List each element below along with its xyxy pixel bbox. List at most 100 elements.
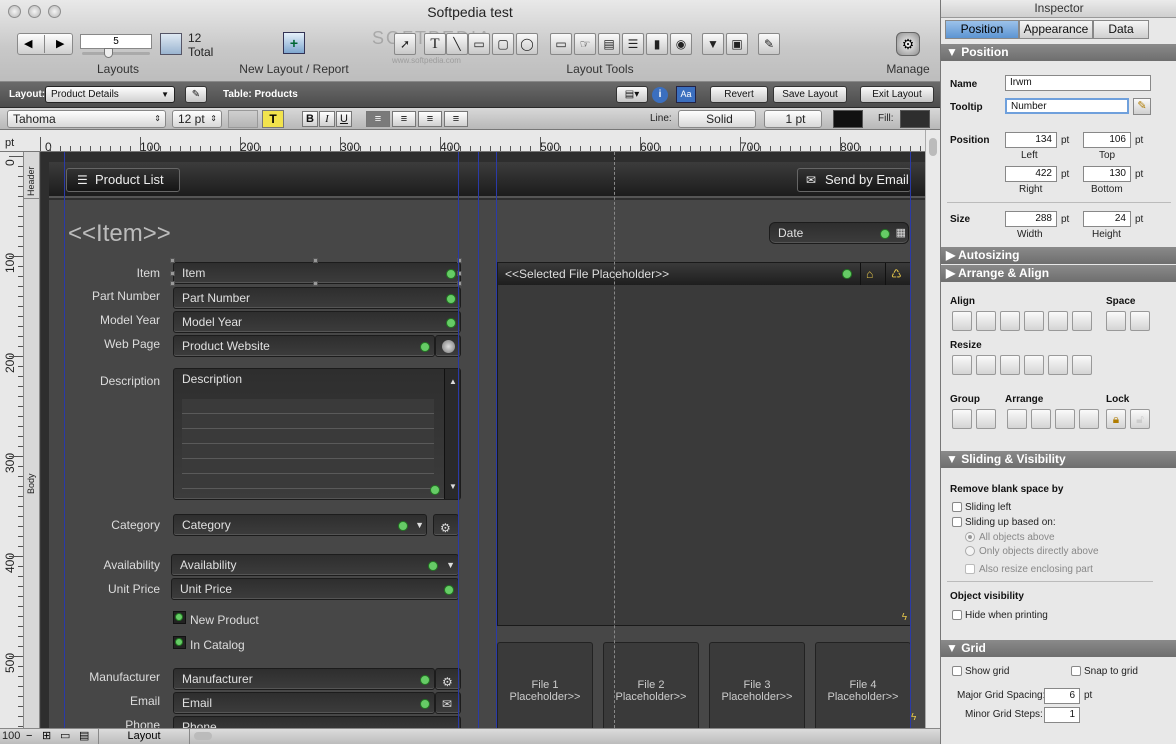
space-vertical-icon[interactable] bbox=[1130, 311, 1150, 331]
part-tool-icon[interactable]: ▣ bbox=[726, 33, 748, 55]
manage-icon[interactable]: ⚙ bbox=[896, 32, 920, 56]
oval-tool-icon[interactable]: ◯ bbox=[516, 33, 538, 55]
tab-position[interactable]: Position bbox=[945, 20, 1019, 39]
portal-tool-icon[interactable]: ☰ bbox=[622, 33, 644, 55]
show-grid-checkbox[interactable] bbox=[952, 666, 962, 676]
date-field[interactable]: Date ▦ bbox=[769, 222, 909, 244]
bring-forward-icon[interactable] bbox=[1031, 409, 1051, 429]
line-width-select[interactable]: 1 pt bbox=[764, 110, 822, 128]
left-input[interactable]: 134 bbox=[1005, 132, 1057, 148]
ungroup-icon[interactable] bbox=[976, 409, 996, 429]
field-control-tool-icon[interactable]: ▼ bbox=[702, 33, 724, 55]
guide-line[interactable] bbox=[478, 152, 479, 728]
file-thumb[interactable]: File 3 Placeholder>> bbox=[709, 642, 805, 728]
layout-slider[interactable] bbox=[82, 52, 150, 55]
align-bottom-edges-icon[interactable] bbox=[1072, 311, 1092, 331]
layout-canvas[interactable]: ☰ Product List ✉ Send by Email <<Item>> … bbox=[41, 152, 925, 728]
resize-smallest-height-icon[interactable] bbox=[1000, 355, 1020, 375]
category-lookup-button[interactable]: ⚙ bbox=[433, 514, 459, 536]
guide-line[interactable] bbox=[64, 152, 65, 728]
send-to-back-icon[interactable] bbox=[1079, 409, 1099, 429]
selection-handle[interactable] bbox=[170, 271, 175, 276]
zoom-level[interactable]: 100 bbox=[2, 730, 20, 742]
hscroll-thumb[interactable] bbox=[194, 732, 212, 740]
chart-tool-icon[interactable]: ▮ bbox=[646, 33, 668, 55]
file-thumb[interactable]: File 2 Placeholder>> bbox=[603, 642, 699, 728]
zoom-in-icon[interactable]: ⊞ bbox=[42, 729, 51, 742]
only-objects-radio[interactable] bbox=[965, 546, 975, 556]
prev-layout-icon[interactable]: ◀ bbox=[24, 37, 32, 50]
upload-icon[interactable]: ⌂ bbox=[866, 263, 873, 285]
exit-layout-button[interactable]: Exit Layout bbox=[860, 86, 934, 103]
body-part-label[interactable]: Body bbox=[26, 473, 36, 494]
major-grid-input[interactable]: 6 bbox=[1044, 688, 1080, 704]
calendar-icon[interactable]: ▦ bbox=[896, 223, 906, 244]
selection-handle[interactable] bbox=[170, 281, 175, 286]
text-tool-icon[interactable]: T bbox=[424, 33, 446, 55]
align-left-icon[interactable]: ≡ bbox=[366, 111, 390, 127]
width-input[interactable]: 288 bbox=[1005, 211, 1057, 227]
align-right-icon[interactable]: ≡ bbox=[418, 111, 442, 127]
line-style-select[interactable]: Solid bbox=[678, 110, 756, 128]
resize-largest-icon[interactable] bbox=[1072, 355, 1092, 375]
button-tool-icon[interactable]: ☞ bbox=[574, 33, 596, 55]
file-container-field[interactable]: <<Selected File Placeholder>> ⌂ ♺ ϟ bbox=[497, 262, 911, 626]
revert-button[interactable]: Revert bbox=[710, 86, 768, 103]
toggle-toolbar-icon[interactable]: ▤ bbox=[79, 729, 89, 742]
resize-largest-width-icon[interactable] bbox=[976, 355, 996, 375]
field-tool-icon[interactable]: ▭ bbox=[550, 33, 572, 55]
product-list-button[interactable]: ☰ Product List bbox=[66, 168, 180, 192]
also-resize-checkbox[interactable] bbox=[965, 564, 975, 574]
toggle-status-icon[interactable]: ▭ bbox=[60, 729, 70, 742]
selection-handle[interactable] bbox=[313, 258, 318, 263]
hide-printing-checkbox[interactable] bbox=[952, 610, 962, 620]
send-email-button[interactable]: ✉ Send by Email bbox=[797, 168, 911, 192]
tab-data[interactable]: Data bbox=[1093, 20, 1149, 39]
position-section-header[interactable]: ▼ Position bbox=[941, 44, 1176, 61]
sliding-section-header[interactable]: ▼ Sliding & Visibility bbox=[941, 451, 1176, 468]
web-viewer-tool-icon[interactable]: ◉ bbox=[670, 33, 692, 55]
file-thumb[interactable]: File 1 Placeholder>> bbox=[497, 642, 593, 728]
layout-nav-control[interactable]: ◀ ▶ bbox=[17, 33, 73, 55]
unlock-icon[interactable]: 🔓︎ bbox=[1130, 409, 1150, 429]
manufacturer-field[interactable]: Manufacturer bbox=[173, 668, 435, 690]
new-layout-icon[interactable]: + bbox=[283, 32, 305, 54]
autosizing-section-header[interactable]: ▶ Autosizing bbox=[941, 247, 1176, 264]
header-part-label[interactable]: Header bbox=[26, 166, 36, 196]
bottom-input[interactable]: 130 bbox=[1083, 166, 1131, 182]
layout-number-field[interactable]: 5 bbox=[80, 34, 152, 49]
selection-handle[interactable] bbox=[170, 258, 175, 263]
align-right-edges-icon[interactable] bbox=[1000, 311, 1020, 331]
top-input[interactable]: 106 bbox=[1083, 132, 1131, 148]
layout-slider-thumb[interactable] bbox=[104, 48, 113, 58]
font-select[interactable]: Tahoma ⇕ bbox=[7, 110, 166, 128]
send-backward-icon[interactable] bbox=[1055, 409, 1075, 429]
item-title[interactable]: <<Item>> bbox=[68, 220, 171, 248]
unit-price-field[interactable]: Unit Price bbox=[171, 578, 459, 600]
manage-label[interactable]: Manage bbox=[880, 62, 936, 76]
minor-grid-input[interactable]: 1 bbox=[1044, 707, 1080, 723]
edit-layout-pencil-icon[interactable]: ✎ bbox=[185, 86, 207, 103]
part-number-field[interactable]: Part Number bbox=[173, 287, 461, 309]
arrange-section-header[interactable]: ▶ Arrange & Align bbox=[941, 265, 1176, 282]
text-highlight-icon[interactable]: T bbox=[262, 110, 284, 128]
height-input[interactable]: 24 bbox=[1083, 211, 1131, 227]
resize-smallest-icon[interactable] bbox=[1048, 355, 1068, 375]
in-catalog-checkbox[interactable] bbox=[173, 636, 186, 649]
line-color-swatch[interactable] bbox=[833, 110, 863, 128]
phone-field[interactable]: Phone bbox=[173, 716, 461, 728]
format-painter-icon[interactable]: ✎ bbox=[758, 33, 780, 55]
next-layout-icon[interactable]: ▶ bbox=[56, 37, 64, 50]
guide-line[interactable] bbox=[458, 152, 459, 728]
align-middles-icon[interactable] bbox=[1048, 311, 1068, 331]
category-field[interactable]: Category ▼ bbox=[173, 514, 427, 536]
italic-button[interactable]: I bbox=[319, 111, 335, 127]
tooltip-input[interactable]: Number bbox=[1005, 98, 1129, 114]
scroll-up-icon[interactable]: ▲ bbox=[449, 371, 457, 392]
layout-select[interactable]: Product Details ▼ bbox=[45, 86, 175, 103]
selection-handle[interactable] bbox=[313, 281, 318, 286]
chevron-down-icon[interactable]: ▼ bbox=[415, 515, 424, 536]
pointer-tool-icon[interactable]: ➚ bbox=[394, 33, 416, 55]
pencil-icon[interactable]: ✎ bbox=[1133, 98, 1151, 115]
sliding-left-checkbox[interactable] bbox=[952, 502, 962, 512]
